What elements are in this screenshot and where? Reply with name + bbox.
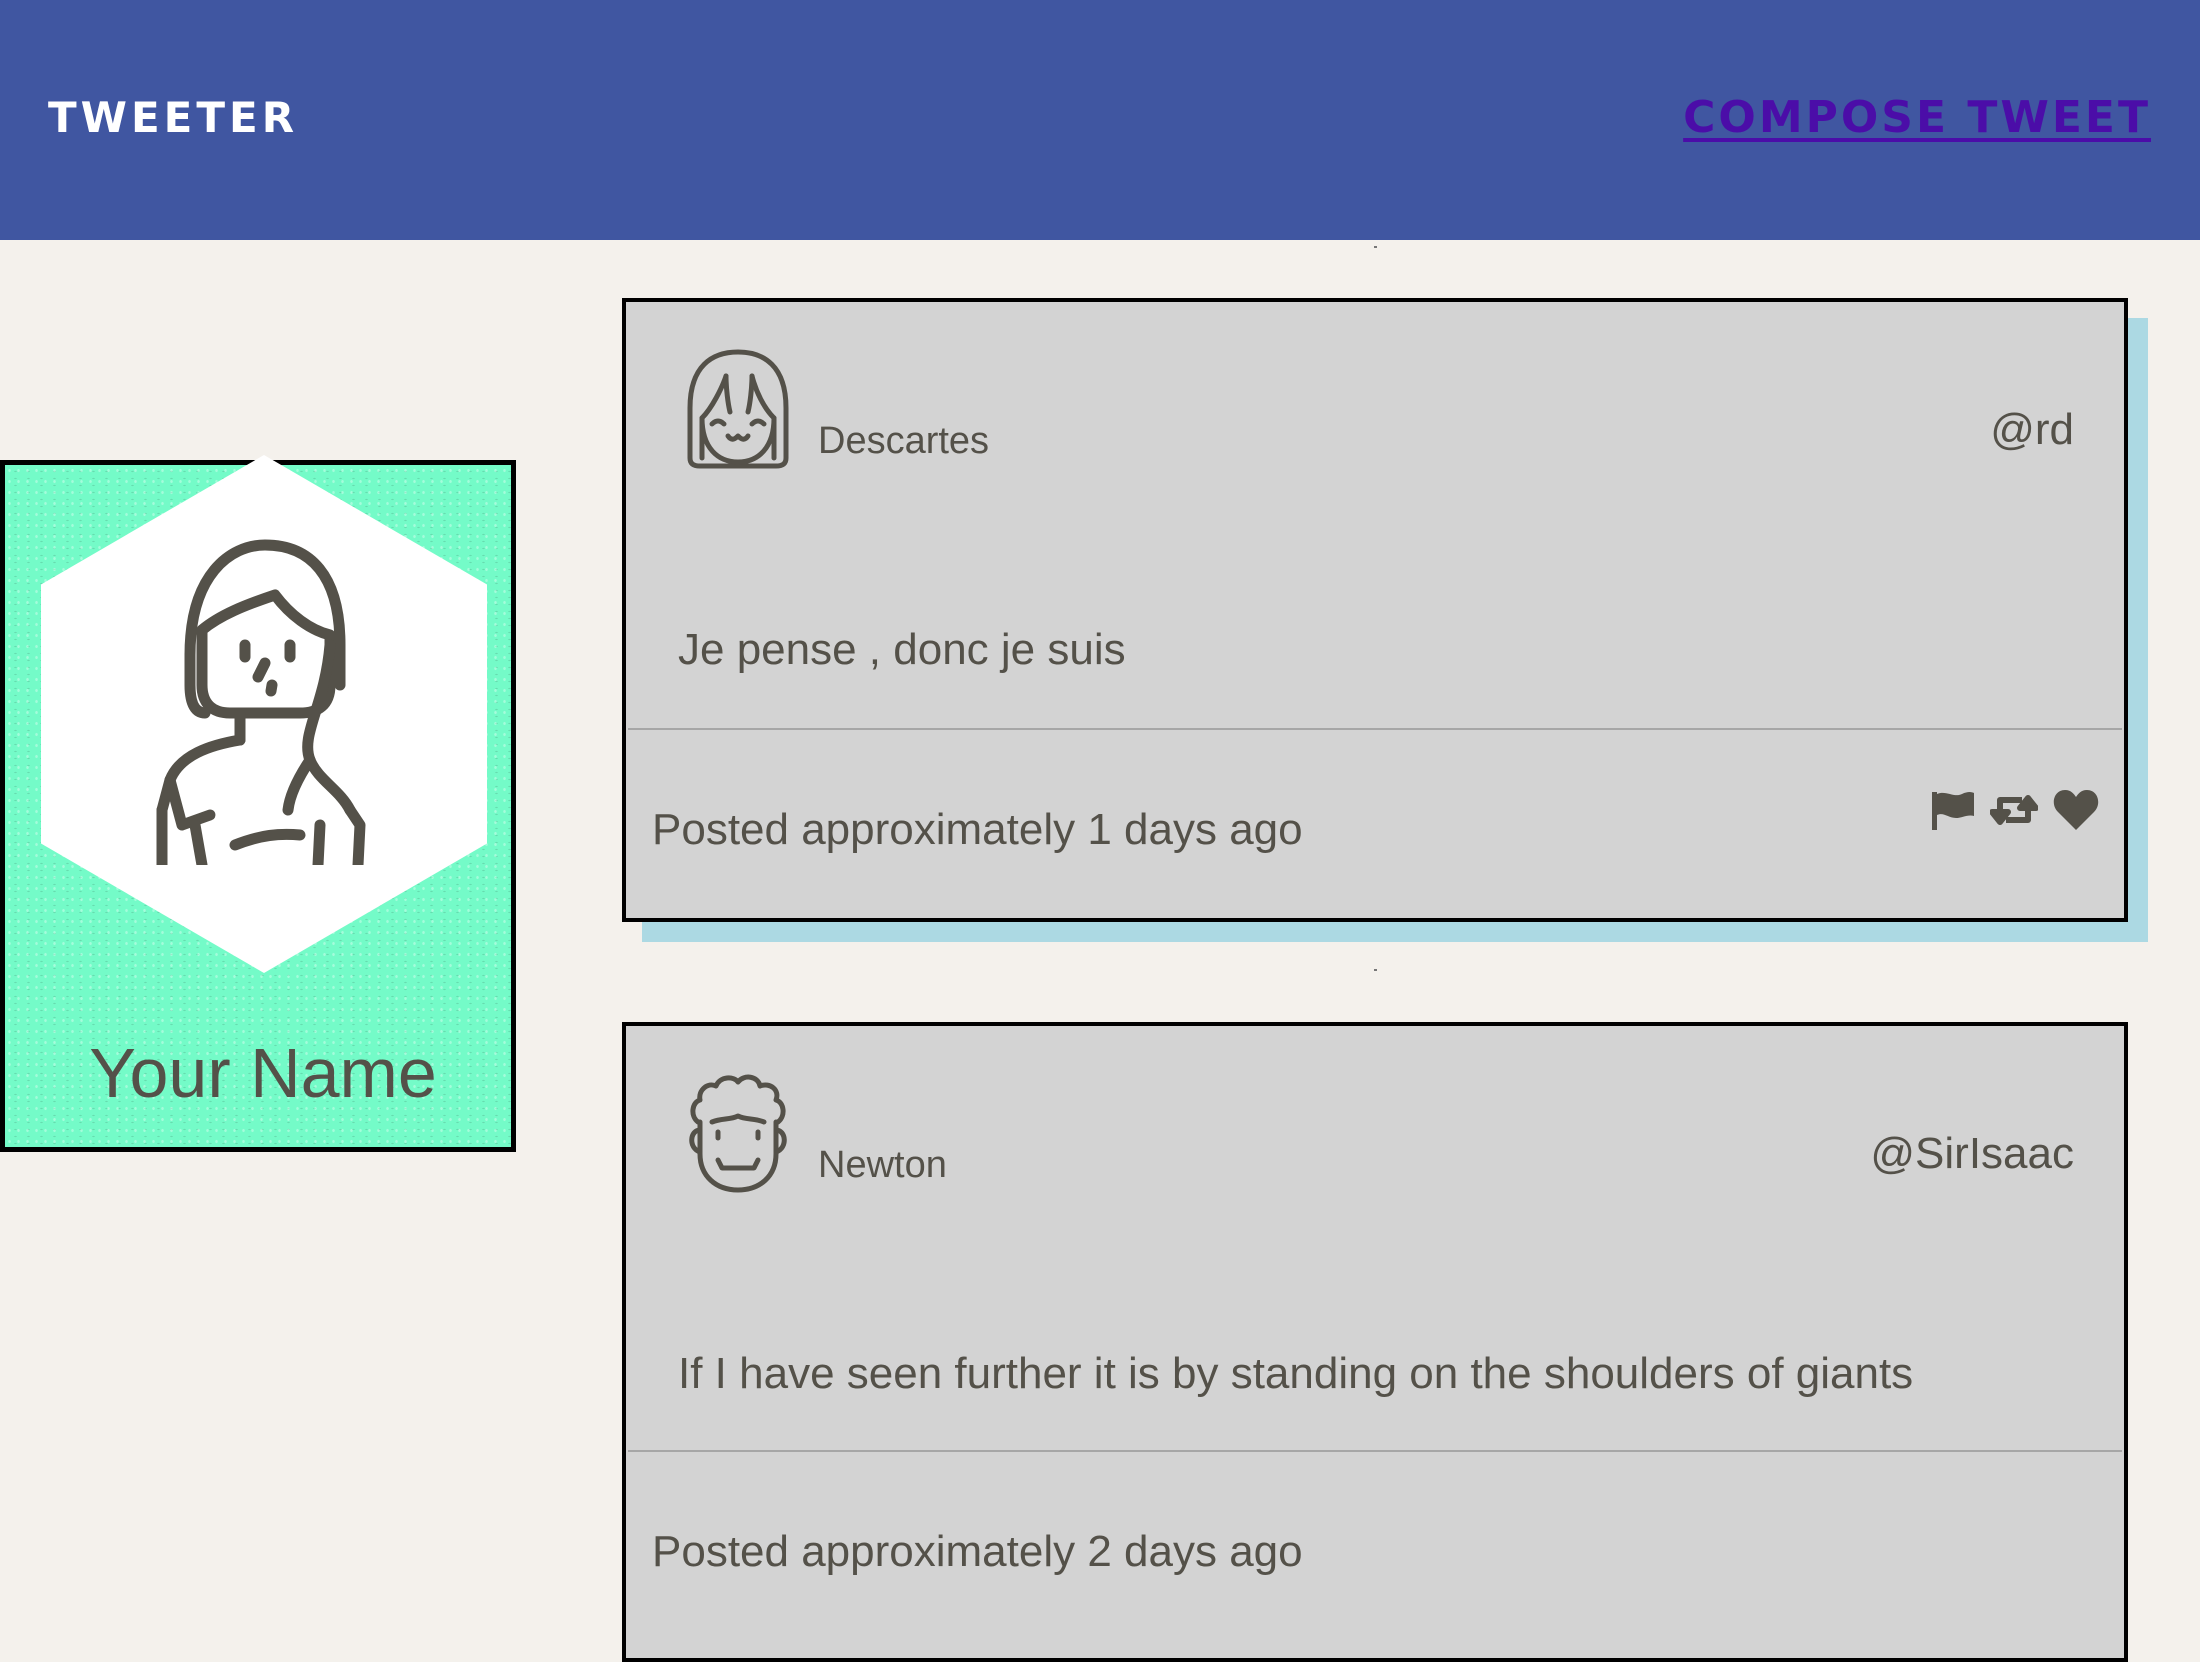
heart-icon[interactable] [2052, 788, 2100, 832]
retweet-icon[interactable] [1990, 788, 2038, 832]
tweet-text: If I have seen further it is by standing… [678, 1349, 1914, 1398]
tweet-header: Descartes @rd [626, 302, 2124, 582]
brand-logo-text[interactable]: Tweeter [48, 88, 298, 148]
tweet-username[interactable]: Descartes [818, 416, 989, 466]
tweet-handle[interactable]: @rd [1990, 402, 2074, 457]
boy-avatar-icon [689, 1074, 787, 1193]
tweet-card: Newton @SirIsaac If I have seen further … [622, 1022, 2128, 1662]
profile-name: Your Name [89, 1034, 437, 1112]
tweet-header: Newton @SirIsaac [626, 1026, 2124, 1306]
girl-avatar-icon [687, 349, 789, 469]
tweet-username[interactable]: Newton [818, 1140, 947, 1190]
tweet: Descartes @rd Posted approximately 1 day… [622, 298, 2128, 922]
separator-dot [1374, 969, 1377, 971]
tweet-timestamp: Posted approximately 1 days ago [652, 805, 1303, 854]
tweet-timestamp: Posted approximately 2 days ago [652, 1527, 1303, 1576]
tweet-card: Descartes @rd Posted approximately 1 day… [622, 298, 2148, 942]
tweet-handle[interactable]: @SirIsaac [1870, 1126, 2074, 1181]
navbar: Tweeter Compose Tweet [0, 0, 2200, 240]
separator-dot [1374, 246, 1377, 248]
tweet: Newton @SirIsaac If I have seen further … [622, 1022, 2128, 1662]
tweet-actions [1928, 788, 2100, 832]
tweet-text: Je pense , donc je suis [678, 625, 1126, 674]
tweet-divider [628, 1450, 2122, 1452]
woman-avatar-icon [156, 539, 366, 865]
profile-card: Your Name [0, 455, 516, 1152]
compose-tweet-link[interactable]: Compose Tweet [1683, 88, 2151, 148]
flag-icon[interactable] [1928, 788, 1976, 832]
tweet-divider [628, 728, 2122, 730]
